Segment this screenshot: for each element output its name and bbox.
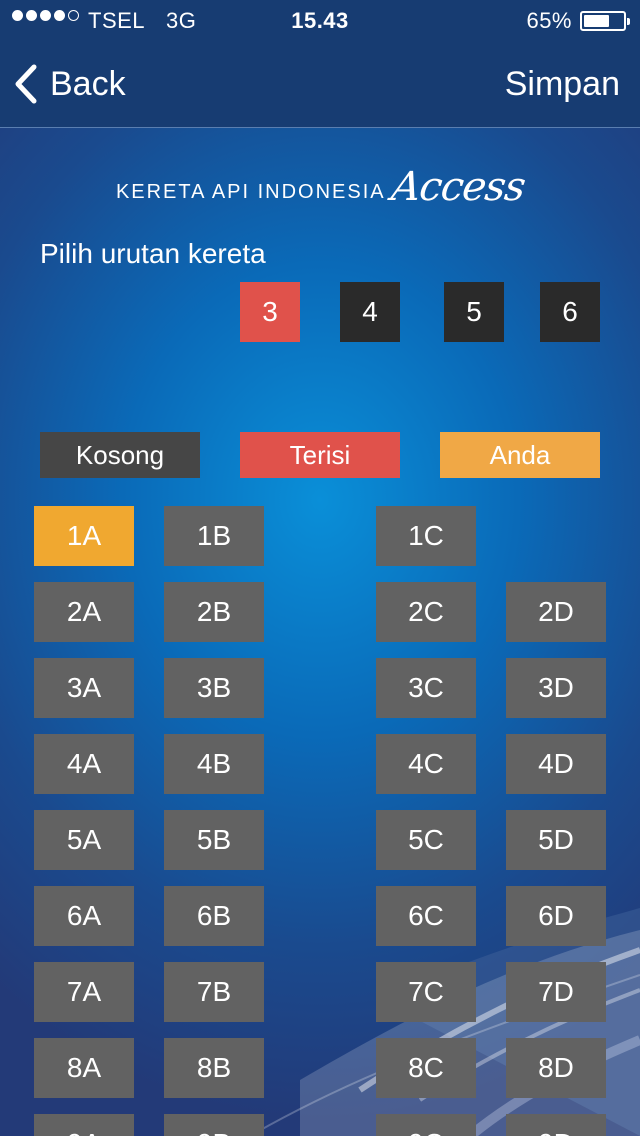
seat-6a[interactable]: 6A <box>34 886 134 946</box>
chevron-left-icon <box>15 64 37 104</box>
seat-5c[interactable]: 5C <box>376 810 476 870</box>
seat-2b[interactable]: 2B <box>164 582 264 642</box>
battery-percentage: 65% <box>526 8 572 33</box>
seat-8c[interactable]: 8C <box>376 1038 476 1098</box>
brand-logo: KERETA API INDONESIA Access <box>0 160 640 210</box>
seat-7b[interactable]: 7B <box>164 962 264 1022</box>
seat-3a[interactable]: 3A <box>34 658 134 718</box>
legend-terisi: Terisi <box>240 432 400 478</box>
seat-5b[interactable]: 5B <box>164 810 264 870</box>
seat-1a[interactable]: 1A <box>34 506 134 566</box>
seat-3c[interactable]: 3C <box>376 658 476 718</box>
back-label: Back <box>50 64 126 103</box>
seat-9d[interactable]: 9D <box>506 1114 606 1136</box>
legend-kosong: Kosong <box>40 432 200 478</box>
seat-4c[interactable]: 4C <box>376 734 476 794</box>
status-bar: TSEL 3G 15.43 65% <box>0 0 640 40</box>
car-button-6[interactable]: 6 <box>540 282 600 342</box>
seat-7c[interactable]: 7C <box>376 962 476 1022</box>
brand-name: KERETA API INDONESIA <box>115 181 386 203</box>
seat-1b[interactable]: 1B <box>164 506 264 566</box>
brand-product: Access <box>388 164 528 210</box>
car-button-3[interactable]: 3 <box>240 282 300 342</box>
back-button[interactable]: Back <box>14 62 126 106</box>
seat-7a[interactable]: 7A <box>34 962 134 1022</box>
seat-4b[interactable]: 4B <box>164 734 264 794</box>
seat-2c[interactable]: 2C <box>376 582 476 642</box>
seat-3d[interactable]: 3D <box>506 658 606 718</box>
car-button-4[interactable]: 4 <box>340 282 400 342</box>
car-button-5[interactable]: 5 <box>444 282 504 342</box>
seat-4d[interactable]: 4D <box>506 734 606 794</box>
seat-3b[interactable]: 3B <box>164 658 264 718</box>
seat-5a[interactable]: 5A <box>34 810 134 870</box>
seat-4a[interactable]: 4A <box>34 734 134 794</box>
seat-8a[interactable]: 8A <box>34 1038 134 1098</box>
seat-9a[interactable]: 9A <box>34 1114 134 1136</box>
seat-8d[interactable]: 8D <box>506 1038 606 1098</box>
seat-9c[interactable]: 9C <box>376 1114 476 1136</box>
seat-8b[interactable]: 8B <box>164 1038 264 1098</box>
battery-icon <box>580 11 630 31</box>
save-button[interactable]: Simpan <box>505 62 620 106</box>
seat-1c[interactable]: 1C <box>376 506 476 566</box>
navigation-bar: Back Simpan <box>0 40 640 128</box>
legend-anda: Anda <box>440 432 600 478</box>
seat-9b[interactable]: 9B <box>164 1114 264 1136</box>
seat-2a[interactable]: 2A <box>34 582 134 642</box>
seat-5d[interactable]: 5D <box>506 810 606 870</box>
car-section-title: Pilih urutan kereta <box>40 238 266 269</box>
seat-6d[interactable]: 6D <box>506 886 606 946</box>
seat-6c[interactable]: 6C <box>376 886 476 946</box>
seat-7d[interactable]: 7D <box>506 962 606 1022</box>
seat-2d[interactable]: 2D <box>506 582 606 642</box>
seat-6b[interactable]: 6B <box>164 886 264 946</box>
